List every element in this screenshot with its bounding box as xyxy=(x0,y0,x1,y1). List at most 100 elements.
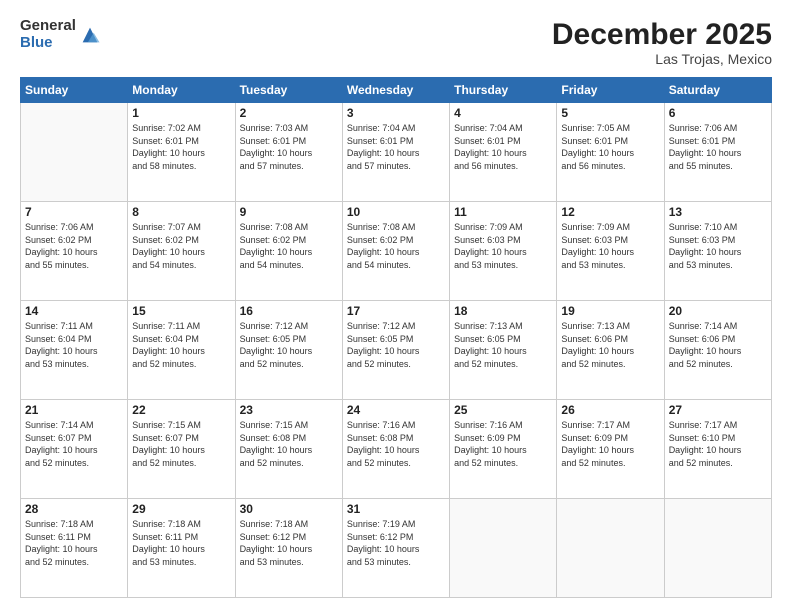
day-info: Sunrise: 7:13 AM Sunset: 6:05 PM Dayligh… xyxy=(454,320,552,370)
day-info: Sunrise: 7:11 AM Sunset: 6:04 PM Dayligh… xyxy=(132,320,230,370)
calendar-cell: 24 Sunrise: 7:16 AM Sunset: 6:08 PM Dayli… xyxy=(342,400,449,499)
month-title: December 2025 xyxy=(552,18,772,51)
title-area: December 2025 Las Trojas, Mexico xyxy=(552,18,772,67)
calendar-cell: 1 Sunrise: 7:02 AM Sunset: 6:01 PM Daylig… xyxy=(128,103,235,202)
day-number: 1 xyxy=(132,106,230,120)
day-info: Sunrise: 7:06 AM Sunset: 6:01 PM Dayligh… xyxy=(669,122,767,172)
calendar-cell: 5 Sunrise: 7:05 AM Sunset: 6:01 PM Daylig… xyxy=(557,103,664,202)
day-info: Sunrise: 7:18 AM Sunset: 6:11 PM Dayligh… xyxy=(25,518,123,568)
calendar-cell: 22 Sunrise: 7:15 AM Sunset: 6:07 PM Dayli… xyxy=(128,400,235,499)
calendar-cell: 23 Sunrise: 7:15 AM Sunset: 6:08 PM Dayli… xyxy=(235,400,342,499)
logo-text: General Blue xyxy=(20,18,76,51)
calendar-header-row: SundayMondayTuesdayWednesdayThursdayFrid… xyxy=(21,78,772,103)
calendar-table: SundayMondayTuesdayWednesdayThursdayFrid… xyxy=(20,77,772,598)
calendar-cell: 30Sunrise: 7:18 AM Sunset: 6:12 PM Dayli… xyxy=(235,499,342,598)
calendar-cell: 14 Sunrise: 7:11 AM Sunset: 6:04 PM Dayli… xyxy=(21,301,128,400)
calendar-header-saturday: Saturday xyxy=(664,78,771,103)
day-number: 3 xyxy=(347,106,445,120)
day-number: 23 xyxy=(240,403,338,417)
day-number: 12 xyxy=(561,205,659,219)
day-info: Sunrise: 7:06 AM Sunset: 6:02 PM Dayligh… xyxy=(25,221,123,271)
calendar-cell: 27Sunrise: 7:17 AM Sunset: 6:10 PM Dayli… xyxy=(664,400,771,499)
day-info: Sunrise: 7:08 AM Sunset: 6:02 PM Dayligh… xyxy=(347,221,445,271)
day-number: 22 xyxy=(132,403,230,417)
calendar-header-wednesday: Wednesday xyxy=(342,78,449,103)
calendar-header-tuesday: Tuesday xyxy=(235,78,342,103)
day-info: Sunrise: 7:12 AM Sunset: 6:05 PM Dayligh… xyxy=(347,320,445,370)
day-info: Sunrise: 7:14 AM Sunset: 6:06 PM Dayligh… xyxy=(669,320,767,370)
calendar-cell: 15 Sunrise: 7:11 AM Sunset: 6:04 PM Dayli… xyxy=(128,301,235,400)
day-number: 17 xyxy=(347,304,445,318)
day-info: Sunrise: 7:16 AM Sunset: 6:08 PM Dayligh… xyxy=(347,419,445,469)
calendar-cell: 12 Sunrise: 7:09 AM Sunset: 6:03 PM Dayli… xyxy=(557,202,664,301)
calendar-week-1: 1 Sunrise: 7:02 AM Sunset: 6:01 PM Daylig… xyxy=(21,103,772,202)
calendar-header-thursday: Thursday xyxy=(450,78,557,103)
day-info: Sunrise: 7:16 AM Sunset: 6:09 PM Dayligh… xyxy=(454,419,552,469)
calendar-week-2: 7Sunrise: 7:06 AM Sunset: 6:02 PM Daylig… xyxy=(21,202,772,301)
calendar-cell: 31 Sunrise: 7:19 AM Sunset: 6:12 PM Dayli… xyxy=(342,499,449,598)
day-info: Sunrise: 7:14 AM Sunset: 6:07 PM Dayligh… xyxy=(25,419,123,469)
day-number: 18 xyxy=(454,304,552,318)
day-number: 13 xyxy=(669,205,767,219)
calendar-header-sunday: Sunday xyxy=(21,78,128,103)
calendar-cell: 6 Sunrise: 7:06 AM Sunset: 6:01 PM Daylig… xyxy=(664,103,771,202)
day-info: Sunrise: 7:09 AM Sunset: 6:03 PM Dayligh… xyxy=(454,221,552,271)
calendar-cell: 17 Sunrise: 7:12 AM Sunset: 6:05 PM Dayli… xyxy=(342,301,449,400)
day-number: 4 xyxy=(454,106,552,120)
day-info: Sunrise: 7:19 AM Sunset: 6:12 PM Dayligh… xyxy=(347,518,445,568)
calendar-header-monday: Monday xyxy=(128,78,235,103)
day-info: Sunrise: 7:05 AM Sunset: 6:01 PM Dayligh… xyxy=(561,122,659,172)
day-number: 21 xyxy=(25,403,123,417)
day-number: 9 xyxy=(240,205,338,219)
day-info: Sunrise: 7:09 AM Sunset: 6:03 PM Dayligh… xyxy=(561,221,659,271)
day-info: Sunrise: 7:17 AM Sunset: 6:09 PM Dayligh… xyxy=(561,419,659,469)
day-number: 16 xyxy=(240,304,338,318)
day-info: Sunrise: 7:18 AM Sunset: 6:11 PM Dayligh… xyxy=(132,518,230,568)
calendar-cell: 25 Sunrise: 7:16 AM Sunset: 6:09 PM Dayli… xyxy=(450,400,557,499)
day-number: 14 xyxy=(25,304,123,318)
calendar-cell: 2 Sunrise: 7:03 AM Sunset: 6:01 PM Daylig… xyxy=(235,103,342,202)
calendar-cell: 3 Sunrise: 7:04 AM Sunset: 6:01 PM Daylig… xyxy=(342,103,449,202)
day-number: 15 xyxy=(132,304,230,318)
day-number: 5 xyxy=(561,106,659,120)
page: General Blue December 2025 Las Trojas, M… xyxy=(0,0,792,612)
day-number: 31 xyxy=(347,502,445,516)
calendar-cell xyxy=(557,499,664,598)
calendar-cell: 20Sunrise: 7:14 AM Sunset: 6:06 PM Dayli… xyxy=(664,301,771,400)
day-info: Sunrise: 7:08 AM Sunset: 6:02 PM Dayligh… xyxy=(240,221,338,271)
day-number: 11 xyxy=(454,205,552,219)
calendar-week-5: 28Sunrise: 7:18 AM Sunset: 6:11 PM Dayli… xyxy=(21,499,772,598)
day-info: Sunrise: 7:11 AM Sunset: 6:04 PM Dayligh… xyxy=(25,320,123,370)
day-number: 25 xyxy=(454,403,552,417)
day-number: 26 xyxy=(561,403,659,417)
calendar-cell: 21 Sunrise: 7:14 AM Sunset: 6:07 PM Dayli… xyxy=(21,400,128,499)
day-info: Sunrise: 7:15 AM Sunset: 6:08 PM Dayligh… xyxy=(240,419,338,469)
calendar-cell: 7Sunrise: 7:06 AM Sunset: 6:02 PM Daylig… xyxy=(21,202,128,301)
logo-blue: Blue xyxy=(20,35,76,52)
day-number: 2 xyxy=(240,106,338,120)
calendar-cell: 18 Sunrise: 7:13 AM Sunset: 6:05 PM Dayli… xyxy=(450,301,557,400)
day-info: Sunrise: 7:18 AM Sunset: 6:12 PM Dayligh… xyxy=(240,518,338,568)
calendar-cell: 16Sunrise: 7:12 AM Sunset: 6:05 PM Dayli… xyxy=(235,301,342,400)
day-info: Sunrise: 7:02 AM Sunset: 6:01 PM Dayligh… xyxy=(132,122,230,172)
day-number: 6 xyxy=(669,106,767,120)
day-number: 10 xyxy=(347,205,445,219)
calendar-cell: 19 Sunrise: 7:13 AM Sunset: 6:06 PM Dayli… xyxy=(557,301,664,400)
day-info: Sunrise: 7:04 AM Sunset: 6:01 PM Dayligh… xyxy=(347,122,445,172)
logo-icon xyxy=(79,24,101,46)
calendar-cell: 28Sunrise: 7:18 AM Sunset: 6:11 PM Dayli… xyxy=(21,499,128,598)
day-number: 8 xyxy=(132,205,230,219)
calendar-cell xyxy=(21,103,128,202)
day-info: Sunrise: 7:15 AM Sunset: 6:07 PM Dayligh… xyxy=(132,419,230,469)
calendar-cell xyxy=(664,499,771,598)
day-info: Sunrise: 7:04 AM Sunset: 6:01 PM Dayligh… xyxy=(454,122,552,172)
day-info: Sunrise: 7:03 AM Sunset: 6:01 PM Dayligh… xyxy=(240,122,338,172)
day-info: Sunrise: 7:07 AM Sunset: 6:02 PM Dayligh… xyxy=(132,221,230,271)
day-info: Sunrise: 7:17 AM Sunset: 6:10 PM Dayligh… xyxy=(669,419,767,469)
calendar-cell: 11 Sunrise: 7:09 AM Sunset: 6:03 PM Dayli… xyxy=(450,202,557,301)
header: General Blue December 2025 Las Trojas, M… xyxy=(20,18,772,67)
calendar-cell: 13Sunrise: 7:10 AM Sunset: 6:03 PM Dayli… xyxy=(664,202,771,301)
day-number: 24 xyxy=(347,403,445,417)
day-number: 19 xyxy=(561,304,659,318)
day-info: Sunrise: 7:13 AM Sunset: 6:06 PM Dayligh… xyxy=(561,320,659,370)
